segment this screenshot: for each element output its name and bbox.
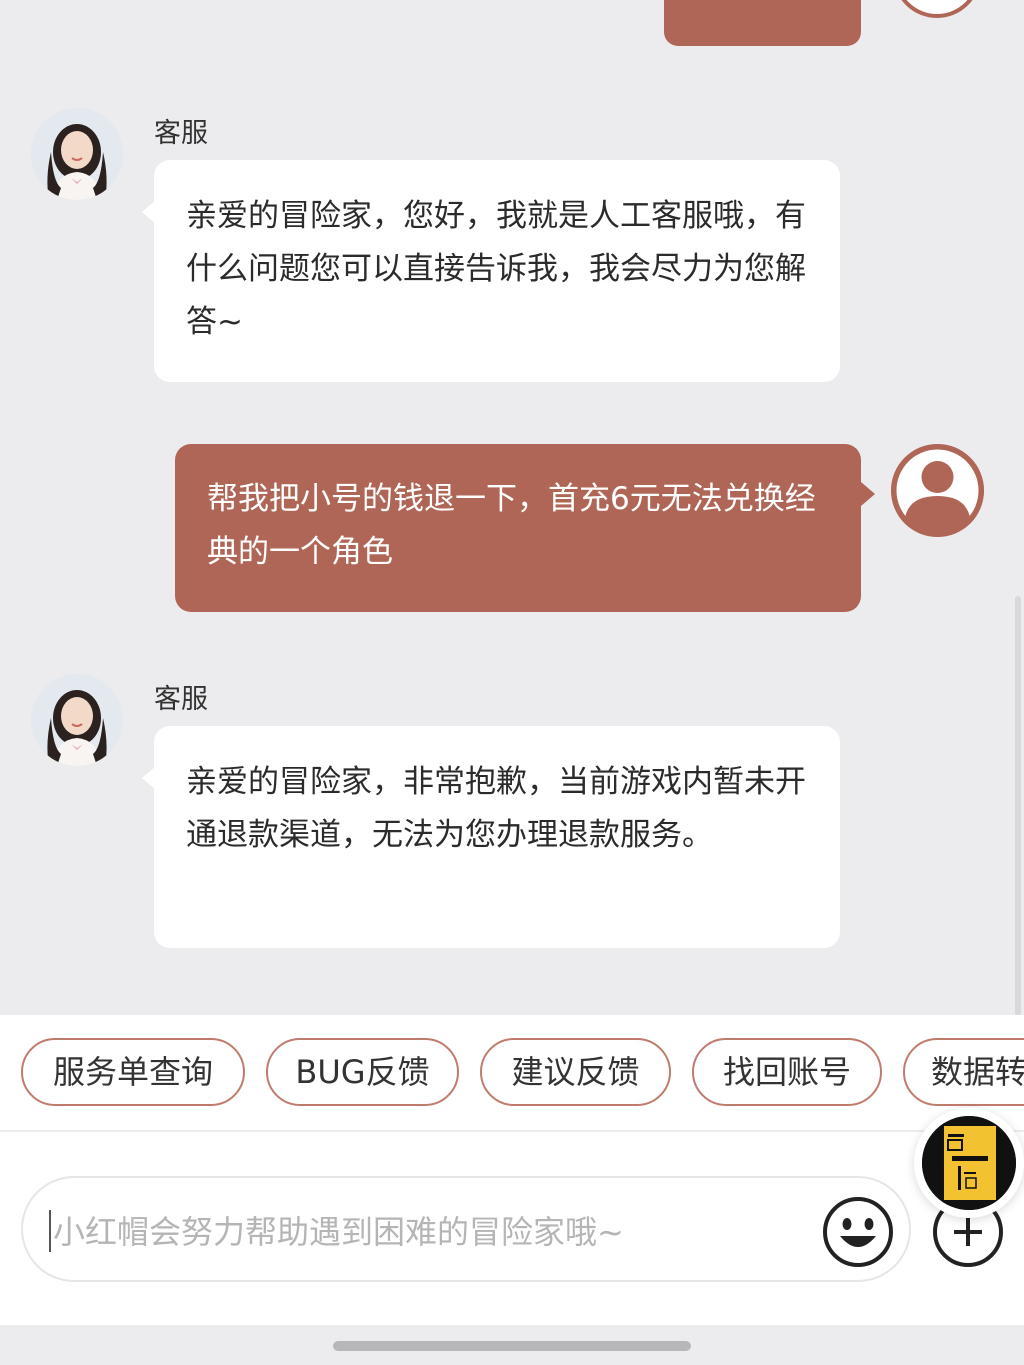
quick-reply-bar[interactable]: 服务单查询 BUG反馈 建议反馈 找回账号 数据转 (0, 1015, 1024, 1130)
agent-portrait-icon (31, 108, 123, 200)
user-avatar[interactable] (891, 444, 984, 537)
input-placeholder: 小红帽会努力帮助遇到困难的冒险家哦~ (53, 1213, 624, 1251)
message-input[interactable]: 小红帽会努力帮助遇到困难的冒险家哦~ (21, 1176, 911, 1282)
agent-avatar[interactable] (31, 108, 123, 200)
floating-logo-icon (922, 1116, 1016, 1210)
agent-portrait-icon (31, 674, 123, 766)
scrollbar[interactable] (1015, 596, 1021, 1015)
composer: 小红帽会努力帮助遇到困难的冒险家哦~ (0, 1132, 1024, 1325)
text-caret (49, 1210, 51, 1252)
quick-reply-recover-account[interactable]: 找回账号 (692, 1038, 882, 1106)
quick-reply-service-order[interactable]: 服务单查询 (21, 1038, 245, 1106)
previous-user-avatar (893, 0, 981, 18)
emoji-button[interactable] (822, 1196, 894, 1268)
user-silhouette-icon (891, 444, 984, 537)
logo-badge-icon (922, 1116, 1016, 1210)
quick-reply-suggestion[interactable]: 建议反馈 (480, 1038, 671, 1106)
home-indicator[interactable] (333, 1341, 691, 1351)
smiley-face-icon (823, 1197, 893, 1267)
agent-message-bubble: 亲爱的冒险家，非常抱歉，当前游戏内暂未开通退款渠道，无法为您办理退款服务。 (142, 726, 840, 948)
user-message-bubble: 帮我把小号的钱退一下，首充6元无法兑换经典的一个角色 (175, 444, 875, 612)
previous-user-message-bubble (664, 0, 861, 46)
chat-message-list[interactable]: 客服 亲爱的冒险家，您好，我就是人工客服哦，有什么问题您可以直接告诉我，我会尽力… (0, 0, 1024, 1015)
agent-name-label: 客服 (154, 684, 208, 715)
agent-avatar[interactable] (31, 674, 123, 766)
system-home-area (0, 1325, 1024, 1365)
agent-message-bubble: 亲爱的冒险家，您好，我就是人工客服哦，有什么问题您可以直接告诉我，我会尽力为您解… (142, 160, 840, 382)
quick-reply-data-transfer[interactable]: 数据转 (903, 1038, 1024, 1106)
quick-reply-bug-feedback[interactable]: BUG反馈 (266, 1038, 459, 1106)
agent-name-label: 客服 (154, 118, 208, 149)
floating-assistant-button[interactable] (914, 1108, 1024, 1218)
